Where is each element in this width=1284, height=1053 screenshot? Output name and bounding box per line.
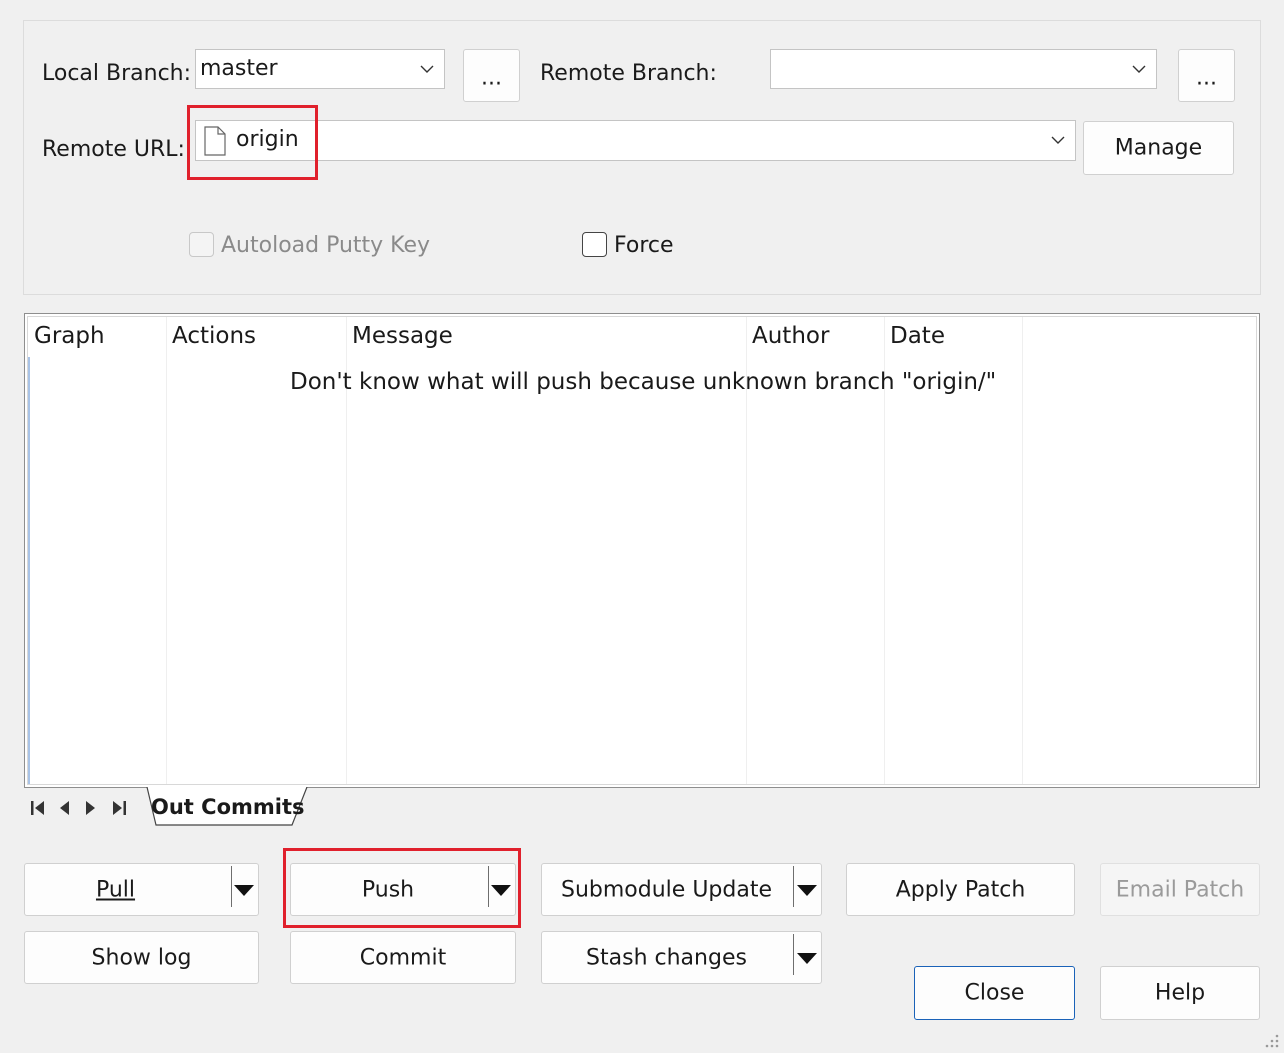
remote-branch-browse-button[interactable]: ...: [1178, 49, 1235, 102]
force-checkbox[interactable]: [582, 232, 607, 257]
column-separator: [1022, 317, 1023, 784]
first-tab-icon[interactable]: [29, 799, 47, 817]
previous-tab-icon[interactable]: [56, 799, 72, 817]
tab-out-commits[interactable]: Out Commits: [146, 787, 308, 827]
stash-dropdown-arrow-icon[interactable]: [797, 953, 817, 964]
grid-body: Graph Actions Message Author Date Don't …: [27, 316, 1257, 785]
commit-button[interactable]: Commit: [290, 931, 516, 984]
help-button[interactable]: Help: [1100, 966, 1260, 1020]
next-tab-icon[interactable]: [83, 799, 99, 817]
submodule-update-button[interactable]: Submodule Update: [541, 863, 822, 916]
manage-button[interactable]: Manage: [1083, 121, 1234, 175]
resize-grip-icon[interactable]: [1262, 1031, 1280, 1049]
local-branch-browse-button[interactable]: ...: [463, 49, 520, 102]
show-log-button[interactable]: Show log: [24, 931, 259, 984]
submodule-dropdown-arrow-icon[interactable]: [797, 885, 817, 896]
close-button[interactable]: Close: [914, 966, 1075, 1020]
column-header-author[interactable]: Author: [752, 323, 829, 349]
force-label: Force: [614, 233, 674, 258]
local-branch-label: Local Branch:: [42, 61, 192, 86]
pull-dropdown-arrow-icon[interactable]: [234, 885, 254, 896]
email-patch-button[interactable]: Email Patch: [1100, 863, 1260, 916]
push-highlight: [283, 848, 521, 928]
last-tab-icon[interactable]: [110, 799, 128, 817]
chevron-down-icon: [420, 65, 434, 73]
chevron-down-icon: [1132, 65, 1146, 73]
local-branch-combo[interactable]: master: [195, 49, 445, 89]
split-divider: [793, 934, 794, 975]
remote-url-combo[interactable]: origin: [195, 120, 1076, 161]
chevron-down-icon: [1051, 136, 1065, 144]
remote-branch-combo[interactable]: [770, 49, 1157, 89]
autoload-putty-key-checkbox[interactable]: [189, 232, 214, 257]
graph-lane: [28, 357, 30, 784]
out-commits-grid[interactable]: Graph Actions Message Author Date Don't …: [24, 313, 1260, 788]
column-header-actions[interactable]: Actions: [172, 323, 256, 349]
pull-button[interactable]: Pull: [24, 863, 259, 916]
column-separator: [166, 317, 167, 784]
local-branch-value: master: [200, 56, 278, 81]
autoload-putty-key-label: Autoload Putty Key: [221, 233, 431, 258]
split-divider: [793, 866, 794, 907]
apply-patch-button[interactable]: Apply Patch: [846, 863, 1075, 916]
remote-branch-label: Remote Branch:: [540, 61, 717, 86]
column-header-date[interactable]: Date: [890, 323, 945, 349]
split-divider: [231, 866, 232, 907]
column-header-graph[interactable]: Graph: [34, 323, 105, 349]
remote-url-highlight: [187, 105, 318, 180]
remote-url-label: Remote URL:: [42, 137, 185, 162]
stash-changes-button[interactable]: Stash changes: [541, 931, 822, 984]
empty-grid-message: Don't know what will push because unknow…: [290, 369, 997, 395]
column-header-message[interactable]: Message: [352, 323, 453, 349]
tab-out-commits-label: Out Commits: [151, 795, 305, 819]
